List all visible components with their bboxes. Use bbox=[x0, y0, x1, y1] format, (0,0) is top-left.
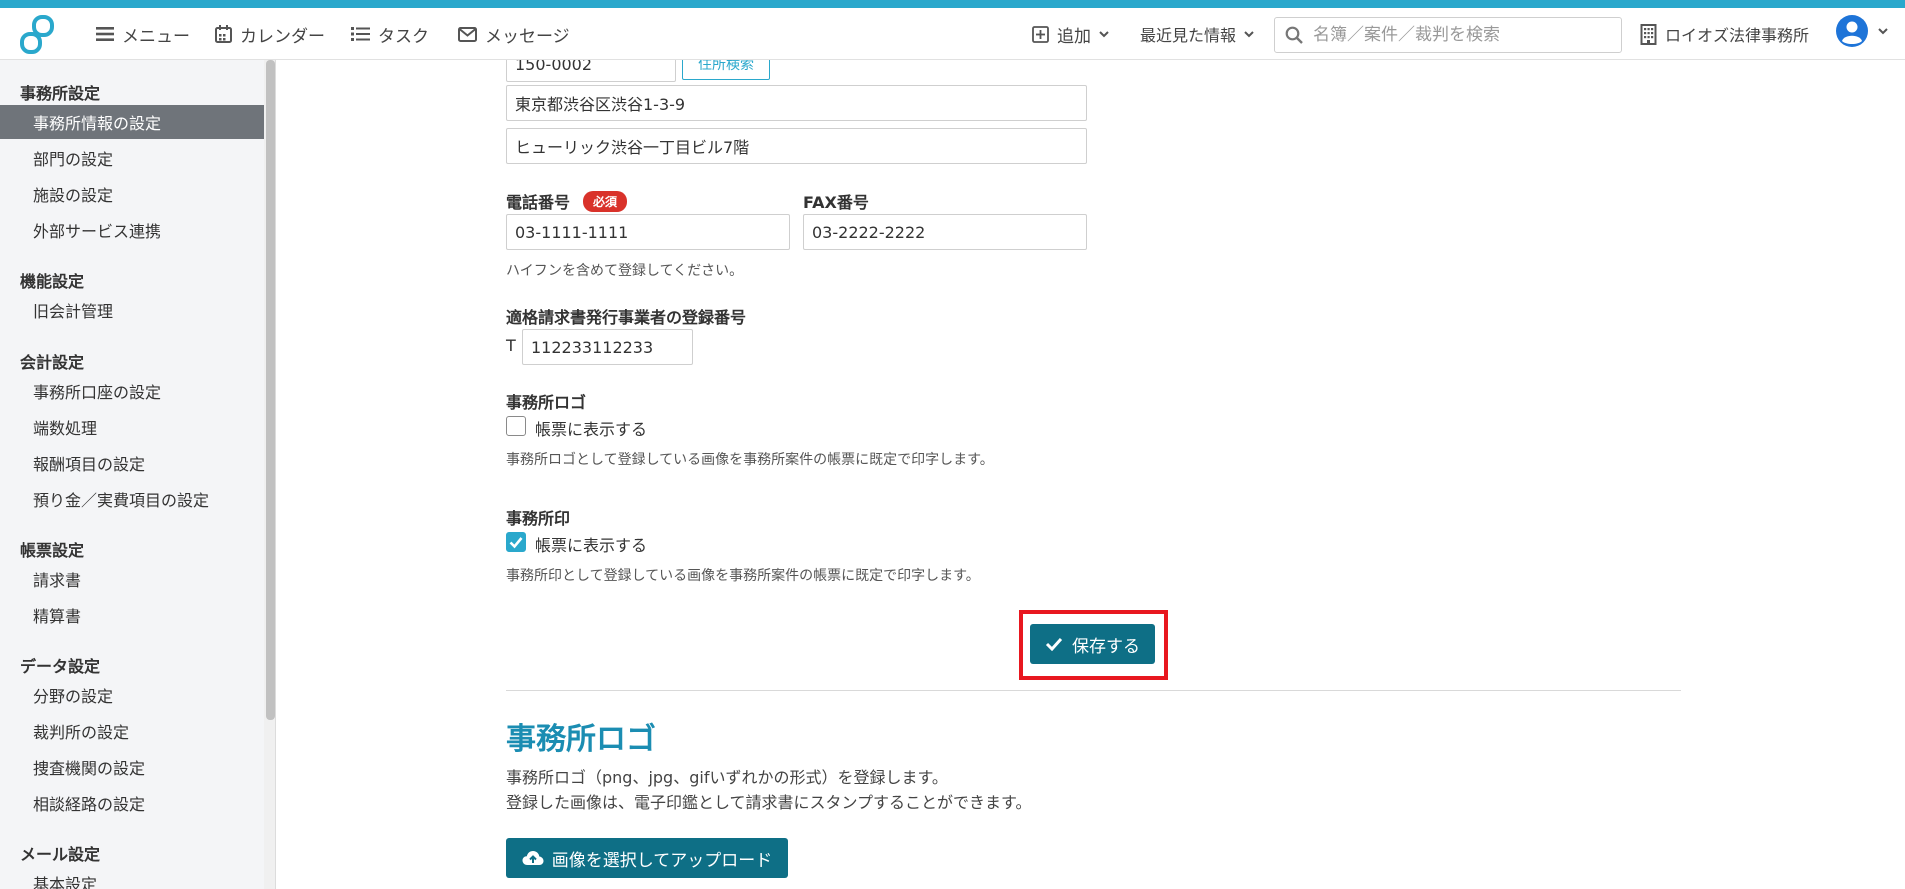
nav-calendar-label: カレンダー bbox=[240, 26, 325, 47]
office-logo-label: 事務所ロゴ bbox=[506, 393, 587, 412]
user-avatar-icon bbox=[1836, 15, 1868, 47]
calendar-icon bbox=[215, 25, 232, 43]
search-icon bbox=[1285, 26, 1303, 44]
sidebar-item-fields[interactable]: 分野の設定 bbox=[0, 678, 264, 712]
main-content: 住所検索 電話番号 必須 FAX番号 ハイフンを含めて登録してください。 適格請… bbox=[276, 60, 1905, 889]
chevron-down-icon bbox=[1878, 27, 1888, 34]
top-accent-stripe bbox=[0, 0, 1905, 8]
logo-show-checkbox[interactable] bbox=[506, 416, 526, 436]
sidebar-section-title: 会計設定 bbox=[20, 353, 85, 372]
sidebar-scrollbar-thumb[interactable] bbox=[266, 60, 275, 720]
sidebar-item-consultation-routes[interactable]: 相談経路の設定 bbox=[0, 786, 264, 820]
invoice-registration-label: 適格請求書発行事業者の登録番号 bbox=[506, 308, 747, 327]
sidebar-section-title: 機能設定 bbox=[20, 272, 85, 291]
fax-input[interactable] bbox=[803, 214, 1087, 250]
logo-show-label[interactable]: 帳票に表示する bbox=[535, 416, 647, 440]
office-name: ロイオズ法律事務所 bbox=[1665, 26, 1810, 45]
logo-section-desc1: 事務所ロゴ（png、jpg、gifいずれかの形式）を登録します。 bbox=[506, 768, 948, 787]
office-selector[interactable]: ロイオズ法律事務所 bbox=[1640, 22, 1809, 46]
logo-section-title: 事務所ロゴ bbox=[506, 722, 656, 757]
task-list-icon bbox=[351, 27, 370, 41]
save-button[interactable]: 保存する bbox=[1030, 624, 1155, 664]
required-badge: 必須 bbox=[583, 191, 628, 212]
sidebar-item-mail-basic[interactable]: 基本設定 bbox=[0, 866, 264, 889]
sidebar-item-deposit-items[interactable]: 預り金／実費項目の設定 bbox=[0, 482, 264, 516]
nav-task-label: タスク bbox=[378, 26, 429, 47]
plus-square-icon bbox=[1032, 25, 1049, 43]
phone-hint: ハイフンを含めて登録してください。 bbox=[506, 263, 744, 279]
recent-menu-label: 最近見た情報 bbox=[1140, 26, 1237, 45]
logo-section-desc2: 登録した画像は、電子印鑑として請求書にスタンプすることができます。 bbox=[506, 793, 1032, 812]
check-icon bbox=[1045, 637, 1063, 651]
seal-hint: 事務所印として登録している画像を事務所案件の帳票に既定で印字します。 bbox=[506, 568, 980, 584]
chevron-down-icon bbox=[1244, 30, 1254, 37]
cloud-upload-icon bbox=[522, 851, 544, 865]
sidebar-item-rounding[interactable]: 端数処理 bbox=[0, 410, 264, 444]
sidebar-section-title: 事務所設定 bbox=[20, 84, 101, 103]
sidebar-item-legacy-accounting[interactable]: 旧会計管理 bbox=[0, 293, 264, 327]
invoice-prefix: T bbox=[506, 336, 516, 355]
phone-input[interactable] bbox=[506, 214, 790, 250]
settings-sidebar: 事務所設定 事務所情報の設定 部門の設定 施設の設定 外部サービス連携 機能設定… bbox=[0, 60, 276, 889]
sidebar-section-title: メール設定 bbox=[20, 845, 101, 864]
nav-calendar[interactable]: カレンダー bbox=[215, 22, 325, 47]
upload-image-button[interactable]: 画像を選択してアップロード bbox=[506, 838, 788, 878]
hamburger-icon bbox=[96, 27, 114, 41]
sidebar-item-external-service[interactable]: 外部サービス連携 bbox=[0, 213, 264, 247]
logo-hint: 事務所ロゴとして登録している画像を事務所案件の帳票に既定で印字します。 bbox=[506, 452, 994, 468]
sidebar-item-facility[interactable]: 施設の設定 bbox=[0, 177, 264, 211]
seal-show-label[interactable]: 帳票に表示する bbox=[535, 532, 647, 556]
phone-label: 電話番号 bbox=[506, 193, 571, 212]
sidebar-section-title: データ設定 bbox=[20, 657, 101, 676]
sidebar-item-department[interactable]: 部門の設定 bbox=[0, 141, 264, 175]
app-logo-icon[interactable] bbox=[18, 14, 60, 56]
search-input[interactable] bbox=[1311, 24, 1605, 46]
address-line1-input[interactable] bbox=[506, 85, 1087, 121]
nav-menu[interactable]: メニュー bbox=[96, 22, 190, 47]
sidebar-item-fee-items[interactable]: 報酬項目の設定 bbox=[0, 446, 264, 480]
sidebar-section-title: 帳票設定 bbox=[20, 541, 85, 560]
nav-task[interactable]: タスク bbox=[351, 22, 429, 47]
nav-menu-label: メニュー bbox=[122, 26, 190, 47]
sidebar-item-office-account[interactable]: 事務所口座の設定 bbox=[0, 374, 264, 408]
add-menu[interactable]: 追加 bbox=[1032, 22, 1117, 47]
building-icon bbox=[1640, 23, 1657, 45]
sidebar-item-invoice[interactable]: 請求書 bbox=[0, 562, 264, 596]
global-search[interactable] bbox=[1274, 17, 1622, 53]
add-menu-label: 追加 bbox=[1057, 26, 1091, 47]
checkmark-icon bbox=[509, 537, 523, 549]
save-button-label: 保存する bbox=[1072, 636, 1140, 657]
nav-message[interactable]: メッセージ bbox=[458, 22, 570, 47]
user-menu[interactable] bbox=[1836, 15, 1896, 47]
recent-menu[interactable]: 最近見た情報 bbox=[1140, 22, 1262, 46]
section-divider bbox=[506, 690, 1681, 691]
upload-button-label: 画像を選択してアップロード bbox=[551, 850, 773, 871]
address-search-button[interactable]: 住所検索 bbox=[682, 60, 770, 80]
sidebar-item-office-info[interactable]: 事務所情報の設定 bbox=[0, 105, 264, 139]
sidebar-item-statement[interactable]: 精算書 bbox=[0, 598, 264, 632]
envelope-icon bbox=[458, 26, 477, 42]
invoice-number-input[interactable] bbox=[522, 329, 693, 365]
fax-label: FAX番号 bbox=[803, 193, 869, 212]
address-line2-input[interactable] bbox=[506, 128, 1087, 164]
nav-message-label: メッセージ bbox=[485, 26, 570, 47]
sidebar-item-investigative-agencies[interactable]: 捜査機関の設定 bbox=[0, 750, 264, 784]
postal-code-input[interactable] bbox=[506, 60, 676, 82]
app-header: メニュー カレンダー タスク メッセージ 追加 最近見た情報 名簿／案件／裁判を… bbox=[0, 8, 1905, 60]
chevron-down-icon bbox=[1099, 30, 1109, 37]
sidebar-item-courts[interactable]: 裁判所の設定 bbox=[0, 714, 264, 748]
seal-show-checkbox[interactable] bbox=[506, 532, 526, 552]
office-seal-label: 事務所印 bbox=[506, 509, 571, 528]
